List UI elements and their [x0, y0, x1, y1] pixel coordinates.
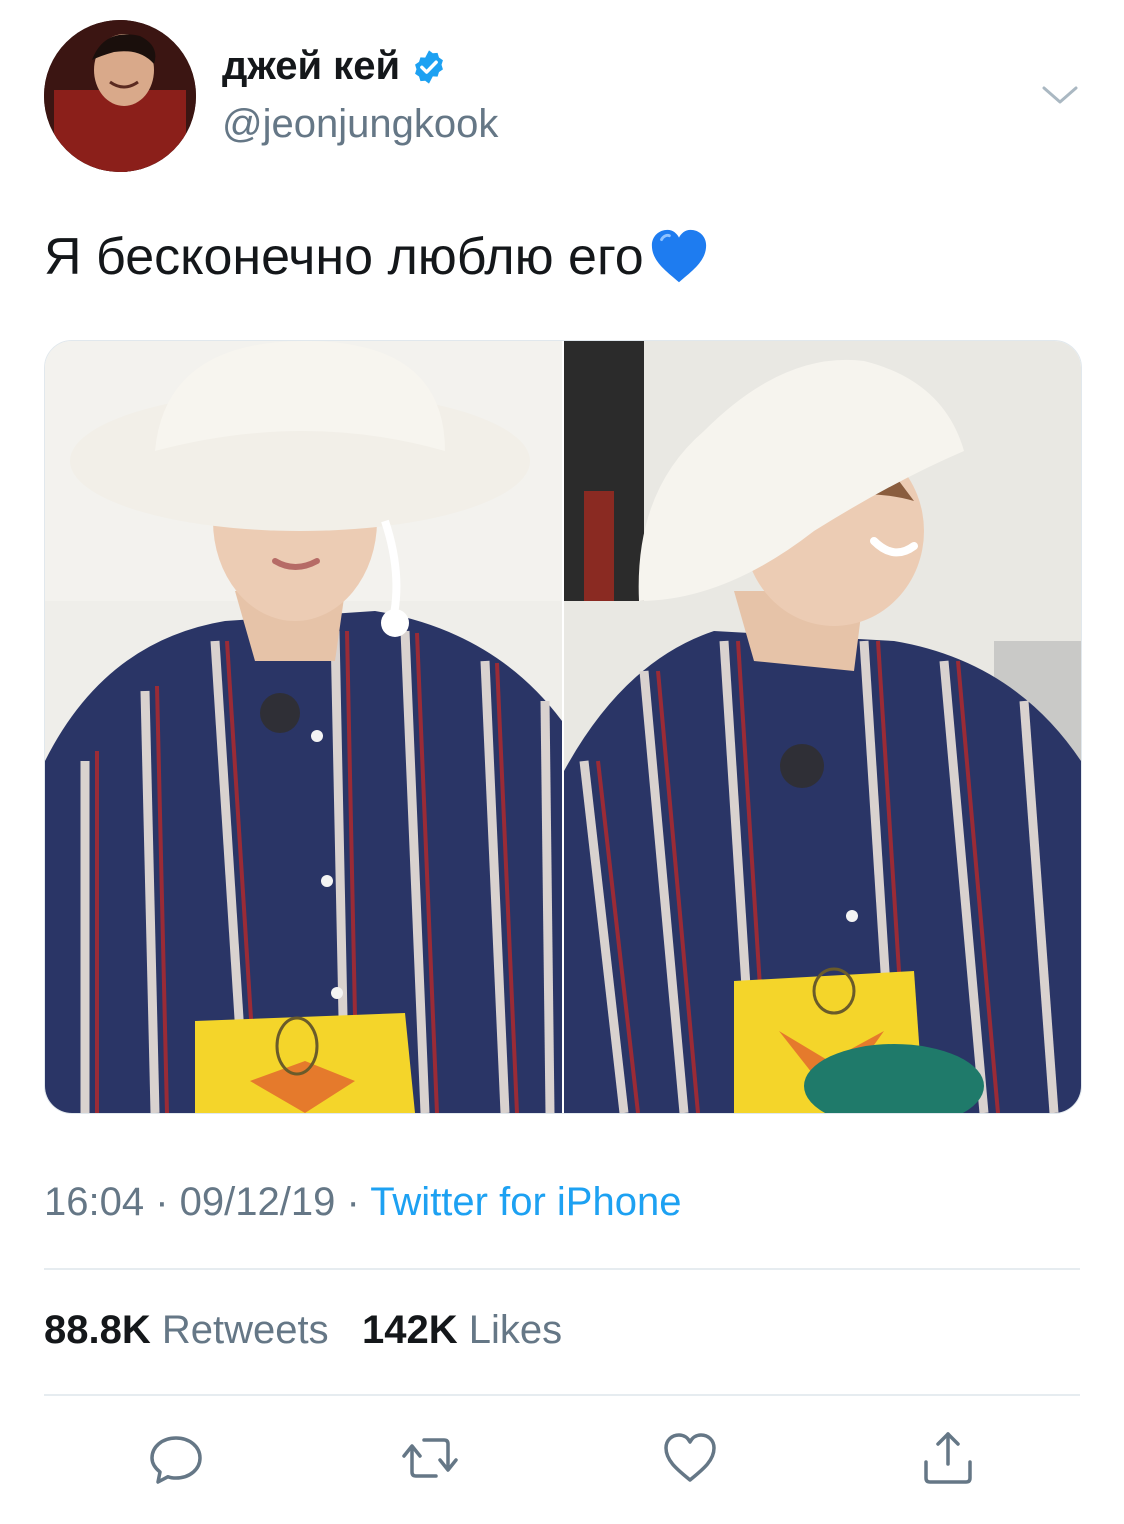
avatar[interactable] — [44, 20, 196, 172]
likes-count: 142K — [361, 1308, 458, 1352]
tweet-text: Я бесконечно люблю его — [44, 226, 710, 288]
avatar-image — [44, 20, 196, 172]
display-name[interactable]: джей кей — [222, 44, 400, 89]
tweet-photo-2[interactable] — [564, 341, 1081, 1113]
share-icon[interactable] — [918, 1428, 978, 1488]
chevron-down-icon[interactable] — [1040, 80, 1080, 110]
tweet-meta: 16:04 · 09/12/19 · Twitter for iPhone — [44, 1180, 681, 1225]
tweet-text-content: Я бесконечно люблю его — [44, 228, 644, 286]
tweet-source-link[interactable]: Twitter for iPhone — [370, 1180, 681, 1224]
likes-label: Likes — [468, 1308, 563, 1352]
divider — [44, 1268, 1080, 1270]
retweets-label: Retweets — [161, 1308, 329, 1352]
likes-stat[interactable]: 142K Likes — [362, 1308, 562, 1352]
divider — [44, 1394, 1080, 1396]
action-bar — [0, 1428, 1124, 1488]
tweet-time[interactable]: 16:04 — [44, 1180, 144, 1224]
verified-badge-icon — [410, 48, 448, 86]
retweets-count: 88.8K — [44, 1308, 151, 1352]
tweet-stats: 88.8K Retweets 142K Likes — [44, 1308, 562, 1353]
retweet-icon[interactable] — [400, 1428, 460, 1488]
meta-separator: · — [335, 1180, 371, 1224]
blue-heart-emoji-icon — [648, 226, 710, 288]
meta-separator: · — [144, 1180, 180, 1224]
tweet-photo-1[interactable] — [45, 341, 562, 1113]
user-handle[interactable]: @jeonjungkook — [222, 102, 498, 147]
reply-icon[interactable] — [146, 1428, 206, 1488]
display-name-row: джей кей — [222, 44, 448, 89]
retweets-stat[interactable]: 88.8K Retweets — [44, 1308, 329, 1352]
tweet-date[interactable]: 09/12/19 — [180, 1180, 336, 1224]
heart-icon[interactable] — [660, 1428, 720, 1488]
tweet-media[interactable] — [44, 340, 1082, 1114]
